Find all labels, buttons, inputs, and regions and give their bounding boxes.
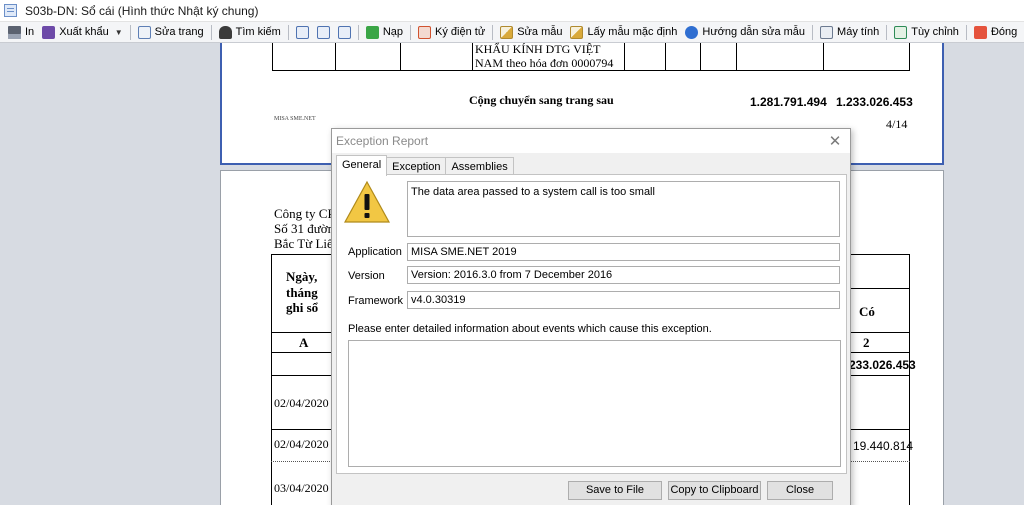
single-page-icon [295, 25, 309, 39]
column-header-date: tháng [286, 285, 318, 300]
reload-icon [365, 25, 379, 39]
page-number: 4/14 [886, 117, 908, 131]
table-gridline [909, 254, 910, 505]
column-code-a: A [299, 335, 309, 350]
export-icon [42, 25, 56, 39]
application-label: Application [348, 246, 402, 258]
table-gridline [272, 43, 273, 70]
toolbar-divider [965, 24, 967, 40]
details-textarea[interactable] [348, 340, 841, 467]
export-button[interactable]: Xuất khẩu ▼ [38, 23, 126, 42]
binoculars-icon [218, 25, 232, 39]
table-gridline [400, 43, 401, 70]
opening-credit-value: 233.026.453 [849, 358, 916, 372]
version-label: Version [348, 270, 385, 282]
general-tab-panel: The data area passed to a system call is… [336, 174, 847, 474]
digital-sign-button[interactable]: Ký điện tử [414, 23, 489, 42]
close-report-button[interactable]: Đóng [970, 23, 1021, 42]
default-template-button[interactable]: Lấy mẫu mặc định [566, 23, 681, 42]
carry-forward-debit: 1.281.791.494 [750, 95, 827, 109]
close-power-icon [973, 25, 987, 39]
tab-general[interactable]: General [336, 155, 388, 176]
exception-message-box[interactable]: The data area passed to a system call is… [407, 181, 840, 237]
toolbar-divider [492, 24, 494, 40]
column-header-date: Ngày, [286, 269, 318, 284]
row-description-line: NAM theo hóa đơn 0000794 [475, 56, 614, 70]
toolbar-divider [812, 24, 814, 40]
save-to-file-button[interactable]: Save to File [568, 481, 662, 500]
close-button[interactable]: Close [767, 481, 833, 500]
table-row-credit: 19.440.814 [853, 439, 914, 453]
toolbar-divider [357, 24, 359, 40]
document-icon [4, 4, 17, 17]
carry-forward-label: Cộng chuyển sang trang sau [469, 93, 614, 107]
table-gridline [271, 254, 272, 505]
dialog-titlebar: Exception Report ✕ [332, 129, 850, 153]
chevron-down-icon[interactable]: ▼ [115, 28, 123, 37]
edit-template-button[interactable]: Sửa mẫu [496, 23, 566, 42]
window-title: S03b-DN: Sổ cái (Hình thức Nhật ký chung… [25, 3, 259, 18]
dialog-title: Exception Report [336, 134, 429, 148]
close-icon[interactable]: ✕ [828, 132, 842, 150]
calculator-button[interactable]: Máy tính [816, 23, 883, 42]
reload-button[interactable]: Nạp [362, 23, 407, 42]
view-page-width-button[interactable] [334, 23, 355, 42]
toolbar-divider [287, 24, 289, 40]
print-button[interactable]: In [4, 23, 38, 42]
customize-button[interactable]: Tùy chỉnh [890, 23, 963, 42]
column-header-credit: Có [859, 304, 875, 319]
table-row-date: 02/04/2020 [274, 437, 329, 451]
page-width-icon [337, 25, 351, 39]
company-address: Số 31 đườn [274, 221, 335, 236]
footer-brand: MISA SME.NET [274, 116, 316, 122]
company-district: Bắc Từ Liê [274, 236, 333, 251]
toolbar-divider [210, 24, 212, 40]
table-gridline [472, 43, 473, 70]
framework-label: Framework [348, 295, 404, 307]
view-fit-page-button[interactable] [313, 23, 334, 42]
calculator-icon [820, 25, 834, 39]
dialog-tabs: General Exception Assemblies [336, 155, 514, 176]
table-gridline [847, 288, 910, 289]
table-row-date: 02/04/2020 [274, 396, 329, 410]
window-titlebar: S03b-DN: Sổ cái (Hình thức Nhật ký chung… [0, 0, 1024, 22]
carry-forward-credit: 1.233.026.453 [836, 95, 913, 109]
company-name: Công ty CP [274, 206, 335, 221]
printer-icon [8, 25, 21, 39]
template-help-button[interactable]: Hướng dẫn sửa mẫu [681, 23, 809, 42]
toolbar-divider [886, 24, 888, 40]
edit-page-button[interactable]: Sửa trang [134, 23, 208, 42]
toolbar-divider [129, 24, 131, 40]
framework-field[interactable]: v4.0.30319 [407, 291, 840, 309]
table-gridline [665, 43, 666, 70]
table-gridline [700, 43, 701, 70]
exception-report-dialog: Exception Report ✕ General Exception Ass… [331, 128, 851, 505]
fit-page-icon [316, 25, 330, 39]
table-row-date: 03/04/2020 [274, 481, 329, 495]
table-gridline [624, 43, 625, 70]
table-gridline [909, 43, 910, 70]
table-gridline [823, 43, 824, 70]
view-single-page-button[interactable] [292, 23, 313, 42]
table-gridline [335, 43, 336, 70]
report-toolbar: In Xuất khẩu ▼ Sửa trang Tìm kiếm Nạp Ký… [0, 22, 1024, 43]
row-description-line: KHẨU KÍNH DTG VIỆT [475, 42, 601, 56]
warning-icon [343, 180, 391, 223]
toolbar-divider [410, 24, 412, 40]
column-header-date: ghi sổ [286, 300, 319, 315]
customize-icon [894, 25, 908, 39]
copy-to-clipboard-button[interactable]: Copy to Clipboard [668, 481, 761, 500]
column-code-2: 2 [863, 335, 870, 350]
help-icon [685, 25, 699, 39]
digital-sign-icon [418, 25, 432, 39]
table-gridline [736, 43, 737, 70]
details-prompt: Please enter detailed information about … [348, 323, 712, 335]
edit-template-icon [500, 25, 514, 39]
edit-page-icon [137, 25, 151, 39]
application-field[interactable]: MISA SME.NET 2019 [407, 243, 840, 261]
search-button[interactable]: Tìm kiếm [215, 23, 285, 42]
version-field[interactable]: Version: 2016.3.0 from 7 December 2016 [407, 266, 840, 284]
default-template-icon [570, 25, 584, 39]
